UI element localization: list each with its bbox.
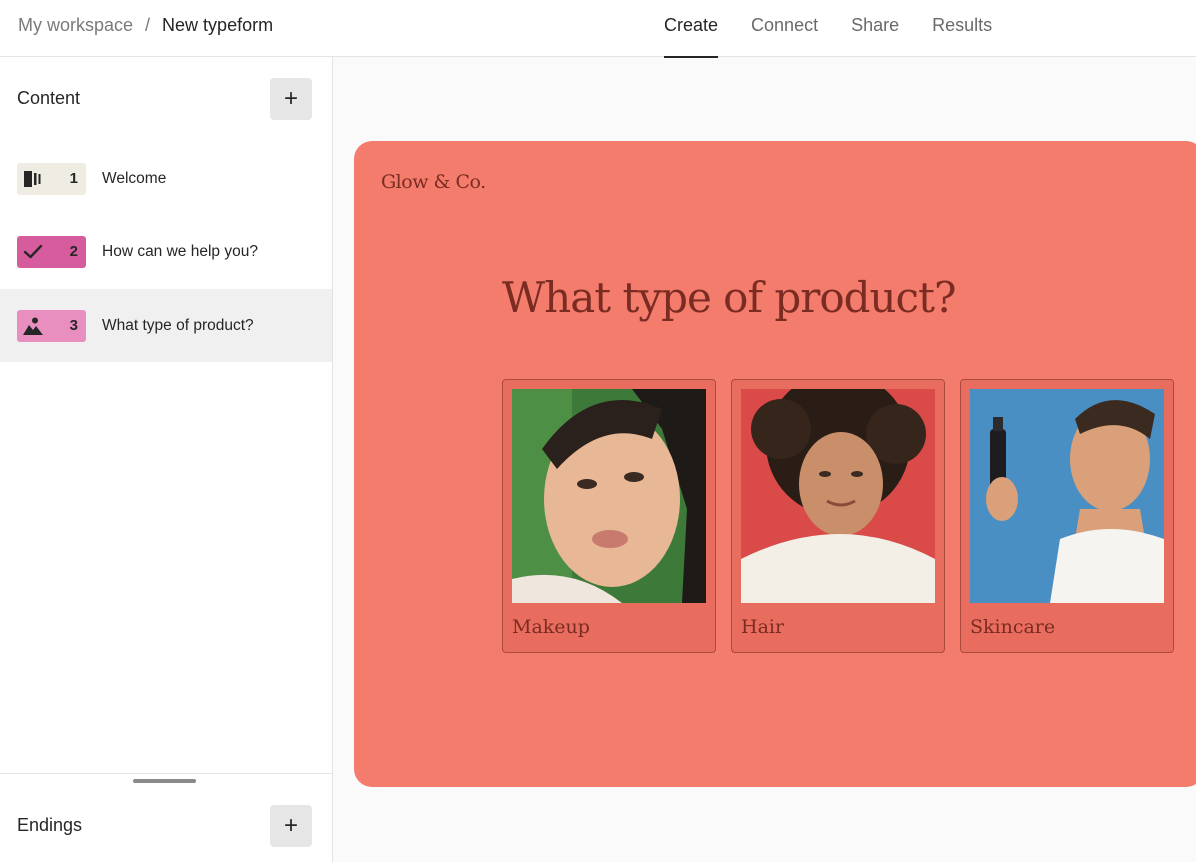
question-item-welcome[interactable]: 1 Welcome <box>0 142 332 215</box>
question-item-how-can-we-help[interactable]: 2 How can we help you? <box>0 215 332 288</box>
content-sidebar: Content + 1 Welcome 2 How can we help yo… <box>0 57 333 862</box>
question-type-badge: 2 <box>17 235 86 268</box>
question-item-what-type-of-product[interactable]: 3 What type of product? <box>0 289 332 362</box>
tab-connect[interactable]: Connect <box>751 0 818 57</box>
question-label: Welcome <box>102 169 167 187</box>
breadcrumb-form-title[interactable]: New typeform <box>162 15 273 36</box>
question-label: What type of product? <box>102 316 254 334</box>
brand-logo: Glow & Co. <box>381 171 486 193</box>
tab-results[interactable]: Results <box>932 0 992 57</box>
main-tabs: Create Connect Share Results <box>664 0 1025 58</box>
choice-label: Hair <box>741 616 785 638</box>
tab-create[interactable]: Create <box>664 0 719 58</box>
choice-hair[interactable]: Hair <box>731 379 945 653</box>
choice-image <box>512 389 706 603</box>
welcome-screen-icon <box>23 169 43 189</box>
choice-image <box>741 389 935 603</box>
breadcrumb: My workspace / New typeform <box>18 15 273 36</box>
top-bar: My workspace / New typeform Create Conne… <box>0 0 1196 58</box>
sidebar-divider <box>0 773 332 774</box>
endings-section-title: Endings <box>17 815 83 835</box>
tab-share[interactable]: Share <box>851 0 899 57</box>
choice-image <box>970 389 1164 603</box>
question-type-badge: 1 <box>17 162 86 195</box>
add-content-button[interactable]: + <box>270 78 312 120</box>
add-ending-button[interactable]: + <box>270 805 312 847</box>
form-preview-card: Glow & Co. What type of product? Makeup <box>354 141 1196 787</box>
choice-label: Skincare <box>970 616 1056 638</box>
question-number: 1 <box>69 169 78 187</box>
checkmark-icon <box>23 242 43 262</box>
question-label: How can we help you? <box>102 242 258 260</box>
choice-label: Makeup <box>512 616 590 638</box>
content-section-title: Content <box>17 88 81 108</box>
picture-choice-icon <box>23 316 43 336</box>
question-number: 3 <box>69 316 78 334</box>
question-number: 2 <box>69 242 78 260</box>
question-type-badge: 3 <box>17 309 86 342</box>
breadcrumb-separator: / <box>145 15 151 35</box>
question-title[interactable]: What type of product? <box>502 273 956 322</box>
resize-handle[interactable] <box>133 779 196 783</box>
choice-skincare[interactable]: Skincare <box>960 379 1174 653</box>
breadcrumb-workspace[interactable]: My workspace <box>18 15 133 36</box>
choice-makeup[interactable]: Makeup <box>502 379 716 653</box>
